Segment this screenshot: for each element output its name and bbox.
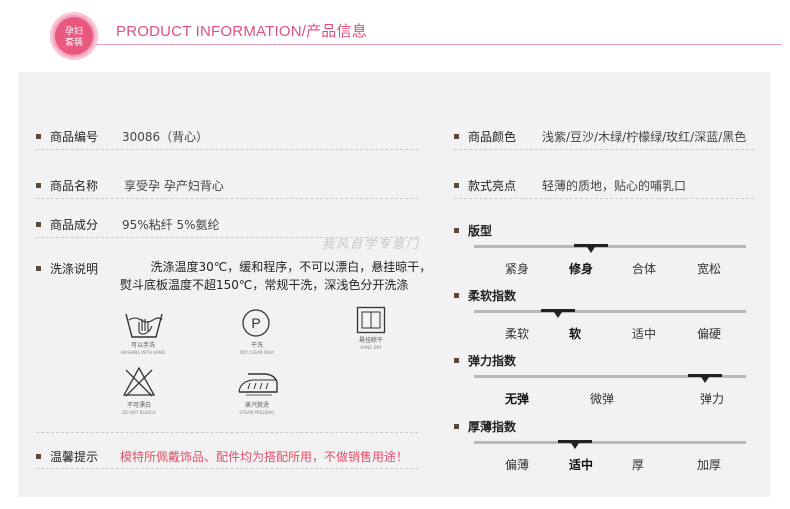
hang-dry-icon [356, 306, 386, 334]
svg-text:P: P [251, 315, 260, 331]
bullet-square-icon [36, 266, 41, 271]
watermark: 我风自学专意门 [322, 237, 421, 251]
scale-option: 柔软 [505, 327, 530, 341]
scale-pointer-icon [586, 247, 595, 253]
care-caption-en: DRY CLEAN ONLY [239, 350, 275, 355]
care-caption-en: WASHING WITH HAND [120, 350, 166, 355]
scale-option: 合体 [632, 262, 657, 276]
material-label: 商品成分 [36, 216, 98, 233]
care-caption-cn: 不可漂白 [126, 402, 151, 409]
scale-title: 弹力指数 [454, 352, 516, 369]
material-value: 95%粘纤 5%氨纶 [122, 218, 220, 232]
care-caption-cn: 干洗 [250, 342, 263, 349]
scale-option: 宽松 [697, 262, 722, 276]
feature-value: 轻薄的质地，贴心的哺乳口 [542, 179, 687, 193]
scale-option: 加厚 [697, 458, 722, 472]
no-bleach-icon [122, 366, 156, 397]
row-divider [454, 198, 754, 199]
bullet-square-icon [36, 183, 41, 188]
code-label: 商品编号 [36, 128, 98, 145]
color-label: 商品颜色 [454, 128, 516, 145]
section-title: PRODUCT INFORMATION/产品信息 [116, 23, 367, 40]
badge-line-2: 套装 [64, 38, 83, 48]
scale-title: 柔软指数 [454, 287, 516, 304]
scale-option: 厚 [632, 458, 645, 472]
hand-wash-icon [125, 313, 163, 338]
bullet-square-icon [454, 183, 459, 188]
scale-bar [474, 245, 746, 248]
bullet-square-icon [36, 454, 41, 459]
tips-value: 模特所佩戴饰品、配件均为搭配所用，不做销售用途！ [120, 450, 409, 464]
dry-clean-icon: P [242, 309, 270, 337]
row-divider [36, 198, 418, 199]
scale-title: 版型 [454, 222, 492, 239]
care-caption-cn: 可以手洗 [130, 342, 155, 349]
feature-label: 款式亮点 [454, 177, 516, 194]
care-caption-en: STEAM PRESSING [239, 410, 275, 415]
category-badge: 孕妇 套装 [50, 12, 98, 60]
row-divider [36, 149, 418, 150]
scale-option: 偏薄 [505, 458, 530, 472]
bullet-square-icon [454, 293, 459, 298]
scale-option: 修身 [569, 262, 594, 276]
bullet-square-icon [454, 134, 459, 139]
title-divider [96, 44, 782, 45]
color-value: 浅紫/豆沙/木绿/柠檬绿/玫红/深蓝/黑色 [542, 130, 747, 144]
scale-option: 紧身 [505, 262, 530, 276]
scale-option: 适中 [632, 327, 657, 341]
scale-option: 偏硬 [697, 327, 722, 341]
scale-pointer-icon [554, 312, 563, 318]
bullet-square-icon [36, 222, 41, 227]
bullet-square-icon [454, 228, 459, 233]
name-value: 享受孕 孕产妇背心 [124, 179, 224, 193]
scale-option: 微弹 [590, 392, 615, 406]
scale-pointer-icon [701, 377, 710, 383]
scale-title: 厚薄指数 [454, 418, 516, 435]
row-divider [36, 468, 418, 469]
scale-pointer-icon [570, 443, 579, 449]
code-value: 30086（背心） [122, 130, 209, 144]
bullet-square-icon [454, 358, 459, 363]
scale-option: 软 [569, 327, 582, 341]
care-caption-en: DO NOT BLEACH [122, 410, 156, 415]
row-divider [454, 149, 754, 150]
scale-option: 无弹 [505, 392, 530, 406]
scale-option: 弹力 [700, 392, 725, 406]
name-label: 商品名称 [36, 177, 98, 194]
care-caption-en: HANG DRY [360, 345, 382, 350]
row-divider [36, 432, 418, 433]
wash-label: 洗涤说明 [36, 260, 98, 277]
scale-bar [474, 310, 746, 313]
care-caption-cn: 蒸汽熨烫 [244, 402, 269, 409]
scale-option: 适中 [569, 458, 594, 472]
scale-bar [474, 441, 746, 444]
steam-iron-icon [238, 373, 278, 396]
bullet-square-icon [454, 424, 459, 429]
bullet-square-icon [36, 134, 41, 139]
care-caption-cn: 悬挂晾干 [358, 337, 383, 344]
badge-line-1: 孕妇 [64, 27, 83, 37]
wash-instructions: 洗涤温度30℃，缓和程序，不可以漂白，悬挂晾干， 熨斗底板温度不超150℃，常规… [120, 260, 432, 292]
tips-label: 温馨提示 [36, 448, 98, 465]
